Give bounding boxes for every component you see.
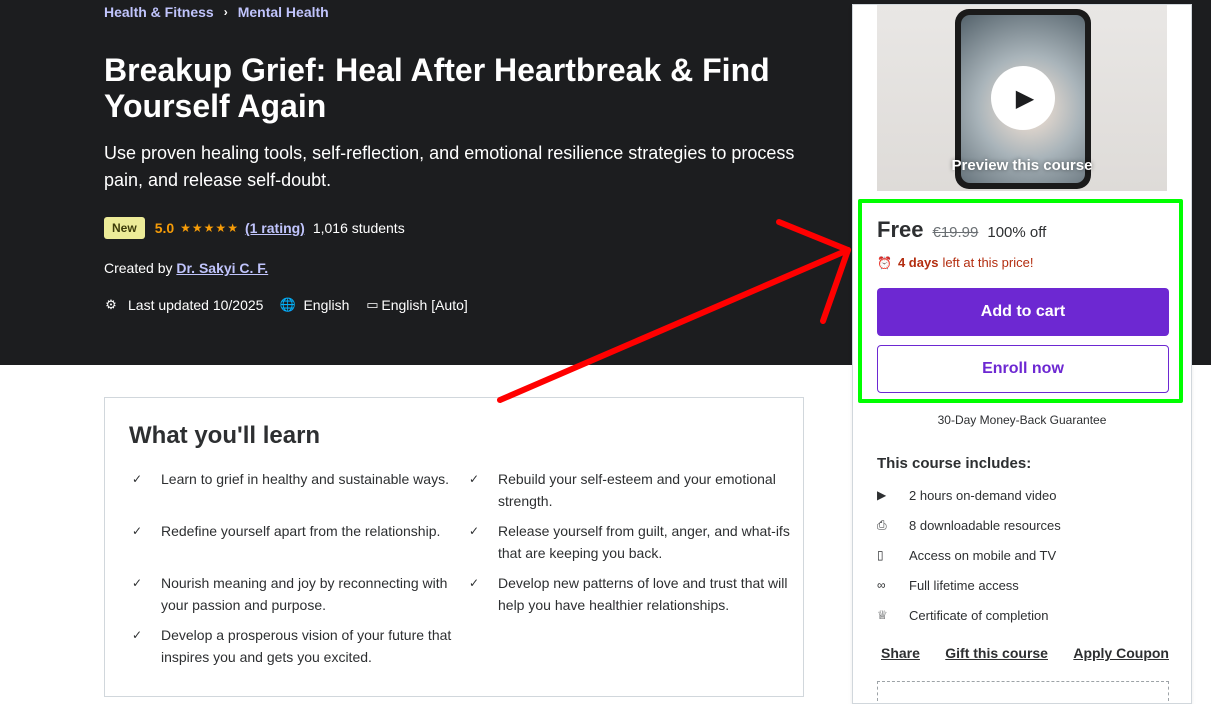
mobile-icon: ▯	[877, 548, 884, 562]
learn-item-text: Release yourself from guilt, anger, and …	[498, 523, 790, 561]
gift-course-link[interactable]: Gift this course	[945, 645, 1048, 661]
course-title: Breakup Grief: Heal After Heartbreak & F…	[104, 52, 770, 124]
language: 🌐 English	[279, 297, 349, 313]
add-to-cart-button[interactable]: Add to cart	[877, 288, 1169, 336]
author-link[interactable]: Dr. Sakyi C. F.	[176, 260, 268, 276]
sidebar-links: Share Gift this course Apply Coupon	[881, 645, 1169, 661]
learn-item-text: Develop a prosperous vision of your futu…	[161, 627, 452, 665]
check-icon: ✓	[132, 576, 143, 590]
list-item: ✓ Develop a prosperous vision of your fut…	[129, 624, 466, 668]
include-item-text: Access on mobile and TV	[909, 547, 1057, 563]
check-icon: ✓	[469, 472, 480, 486]
check-icon: ✓	[469, 576, 480, 590]
course-preview[interactable]: ▶ Preview this course	[877, 5, 1167, 191]
timer-days: 4 days	[897, 255, 939, 270]
list-item: ✓ Nourish meaning and joy by reconnecting…	[129, 572, 466, 616]
what-you-will-learn: What you'll learn ✓ Learn to grief in hea…	[104, 397, 804, 697]
rating-count-link[interactable]: (1 rating)	[245, 220, 305, 236]
learn-item-text: Redefine yourself apart from the relatio…	[161, 523, 441, 539]
list-item: ✓ Learn to grief in healthy and sustainab…	[129, 468, 466, 512]
discount-percent: 100% off	[987, 224, 1047, 241]
learn-title: What you'll learn	[129, 422, 321, 449]
file-download-icon: ⎙	[877, 517, 887, 532]
include-item: ♕ Certificate of completion	[877, 600, 1169, 630]
play-icon[interactable]: ▶	[991, 66, 1055, 130]
list-item: ✓ Rebuild your self-esteem and your emoti…	[466, 468, 803, 512]
list-item: ✓ Redefine yourself apart from the relati…	[129, 520, 466, 564]
list-item: ✓ Release yourself from guilt, anger, and…	[466, 520, 803, 564]
captions: ▭ English [Auto]	[365, 297, 468, 313]
original-price: €19.99	[932, 224, 979, 241]
include-item: ∞ Full lifetime access	[877, 570, 1169, 600]
globe-icon: 🌐	[279, 297, 296, 312]
money-back-guarantee: 30-Day Money-Back Guarantee	[937, 413, 1107, 427]
preview-label[interactable]: Preview this course	[877, 157, 1167, 174]
course-includes: This course includes: ▶ 2 hours on-demand…	[877, 455, 1169, 630]
list-item: ✓ Develop new patterns of love and trust …	[466, 572, 803, 616]
rating-value: 5.0	[154, 220, 175, 236]
learn-list: ✓ Learn to grief in healthy and sustainab…	[129, 468, 790, 668]
learn-item-text: Develop new patterns of love and trust t…	[498, 575, 788, 613]
created-by-label: Created by	[104, 260, 173, 276]
last-updated-text: Last updated 10/2025	[128, 297, 264, 313]
breadcrumb-item-mental-health[interactable]: Mental Health	[238, 4, 329, 20]
alarm-clock-icon: ⏰	[877, 255, 892, 270]
price-row: Free €19.99 100% off	[877, 217, 1169, 243]
check-icon: ✓	[132, 628, 143, 642]
learn-item-text: Nourish meaning and joy by reconnecting …	[161, 575, 448, 613]
closed-captions-icon: ▭	[366, 297, 379, 312]
price-timer: ⏰ 4 days left at this price!	[877, 255, 1169, 270]
language-text: English	[303, 297, 350, 313]
rating-row: New 5.0 ★★★★★ (1 rating) 1,016 students	[104, 217, 405, 239]
created-by: Created by Dr. Sakyi C. F.	[104, 260, 268, 276]
breadcrumb-item-health-fitness[interactable]: Health & Fitness	[104, 4, 214, 20]
include-item-text: 8 downloadable resources	[909, 517, 1061, 533]
include-item-text: Full lifetime access	[909, 577, 1019, 593]
timer-text: left at this price!	[942, 255, 1034, 270]
learn-item-text: Rebuild your self-esteem and your emotio…	[498, 471, 776, 509]
apply-coupon-link[interactable]: Apply Coupon	[1073, 645, 1169, 661]
check-icon: ✓	[469, 524, 480, 538]
student-count: 1,016 students	[312, 220, 405, 236]
check-icon: ✓	[132, 472, 143, 486]
breadcrumb: Health & Fitness › Mental Health	[104, 4, 329, 20]
alert-badge-icon: ⚙	[105, 297, 117, 312]
includes-list: ▶ 2 hours on-demand video ⎙ 8 downloadable …	[877, 480, 1169, 630]
include-item-text: Certificate of completion	[909, 607, 1049, 623]
course-meta: ⚙ Last updated 10/2025 🌐 English ▭ Engli…	[104, 297, 484, 313]
purchase-sidebar: ▶ Preview this course Free €19.99 100% o…	[852, 4, 1192, 704]
price-box: Free €19.99 100% off ⏰ 4 days left at th…	[877, 217, 1169, 393]
video-icon: ▶	[877, 488, 887, 502]
new-badge: New	[104, 217, 145, 239]
include-item: ⎙ 8 downloadable resources	[877, 510, 1169, 540]
include-item-text: 2 hours on-demand video	[909, 487, 1057, 503]
chevron-right-icon: ›	[223, 5, 228, 19]
trophy-icon: ♕	[877, 608, 888, 622]
current-price: Free	[877, 217, 924, 242]
check-icon: ✓	[132, 524, 143, 538]
include-item: ▶ 2 hours on-demand video	[877, 480, 1169, 510]
include-item: ▯ Access on mobile and TV	[877, 540, 1169, 570]
learn-item-text: Learn to grief in healthy and sustainabl…	[161, 471, 449, 487]
captions-text: English [Auto]	[381, 297, 468, 313]
course-subtitle: Use proven healing tools, self-reflectio…	[104, 143, 795, 190]
coupon-box	[877, 681, 1169, 701]
infinity-icon: ∞	[877, 578, 886, 592]
enroll-now-button[interactable]: Enroll now	[877, 345, 1169, 393]
star-rating-icon: ★★★★★	[180, 221, 239, 235]
last-updated: ⚙ Last updated 10/2025	[104, 297, 263, 313]
includes-title: This course includes:	[877, 455, 1032, 472]
share-link[interactable]: Share	[881, 645, 920, 661]
